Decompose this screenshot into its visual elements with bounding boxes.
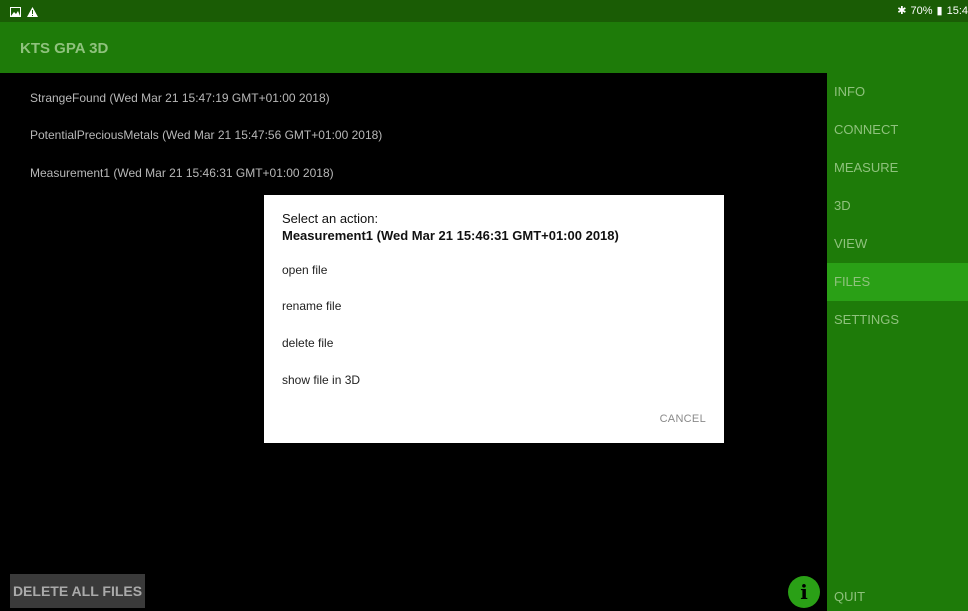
delete-all-files-button[interactable]: DELETE ALL FILES bbox=[10, 574, 145, 608]
file-item-strangefound[interactable]: StrangeFound (Wed Mar 21 15:47:19 GMT+01… bbox=[30, 91, 330, 105]
clock: 15:4 bbox=[946, 4, 968, 17]
sidebar-item-settings[interactable]: SETTINGS bbox=[827, 301, 968, 339]
sidebar: INFO CONNECT MEASURE 3D VIEW FILES SETTI… bbox=[827, 73, 968, 611]
dialog-title: Select an action: bbox=[282, 211, 379, 226]
sidebar-item-info[interactable]: INFO bbox=[827, 73, 968, 111]
action-dialog: Select an action: Measurement1 (Wed Mar … bbox=[264, 195, 724, 443]
sidebar-item-view[interactable]: VIEW bbox=[827, 225, 968, 263]
bluetooth-icon: ✱ bbox=[897, 5, 907, 17]
dialog-subtitle: Measurement1 (Wed Mar 21 15:46:31 GMT+01… bbox=[282, 228, 619, 243]
info-icon[interactable]: i bbox=[788, 576, 820, 608]
show-file-in-3d-option[interactable]: show file in 3D bbox=[282, 373, 360, 387]
open-file-option[interactable]: open file bbox=[282, 263, 327, 277]
status-left bbox=[10, 4, 38, 22]
delete-file-option[interactable]: delete file bbox=[282, 336, 333, 350]
battery-percent: 70% bbox=[910, 4, 933, 17]
rename-file-option[interactable]: rename file bbox=[282, 299, 341, 313]
status-right: ✱ 70% ▮ 15:4 bbox=[897, 4, 968, 18]
sidebar-item-connect[interactable]: CONNECT bbox=[827, 111, 968, 149]
app-title: KTS GPA 3D bbox=[20, 40, 109, 57]
warning-icon bbox=[27, 4, 38, 22]
battery-icon: ▮ bbox=[936, 5, 943, 17]
sidebar-item-files[interactable]: FILES bbox=[827, 263, 968, 301]
app-bar: KTS GPA 3D bbox=[0, 22, 968, 73]
status-bar: ✱ 70% ▮ 15:4 bbox=[0, 0, 968, 22]
file-item-measurement1[interactable]: Measurement1 (Wed Mar 21 15:46:31 GMT+01… bbox=[30, 166, 334, 180]
quit-button[interactable]: QUIT bbox=[827, 583, 968, 611]
sidebar-item-measure[interactable]: MEASURE bbox=[827, 149, 968, 187]
cancel-button[interactable]: CANCEL bbox=[660, 413, 706, 425]
file-item-potentialpreciousmetals[interactable]: PotentialPreciousMetals (Wed Mar 21 15:4… bbox=[30, 128, 382, 142]
sidebar-item-3d[interactable]: 3D bbox=[827, 187, 968, 225]
image-icon bbox=[10, 4, 21, 22]
